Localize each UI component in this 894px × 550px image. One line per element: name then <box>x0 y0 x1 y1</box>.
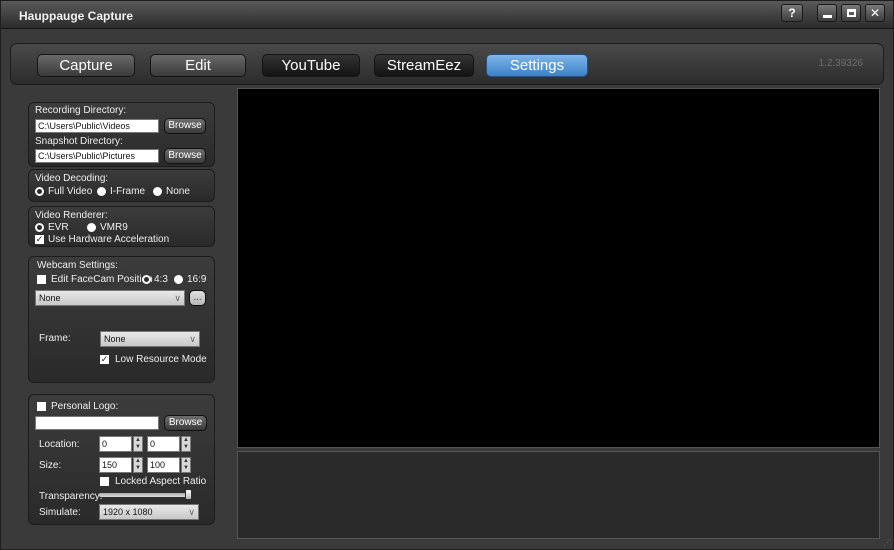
frame-label: Frame: <box>39 333 71 344</box>
renderer-vmr9-radio[interactable] <box>87 223 96 232</box>
recording-directory-label: Recording Directory: <box>35 105 127 116</box>
size-width-spinner[interactable]: ▲ ▼ <box>133 457 143 473</box>
version-label: 1.2.39326 <box>818 58 864 69</box>
video-renderer-panel: Video Renderer: EVR VMR9 ✓ Use Hardware … <box>28 206 215 247</box>
decoding-full-video-radio[interactable] <box>35 187 44 196</box>
video-preview[interactable] <box>237 88 880 448</box>
minimize-icon <box>822 14 832 18</box>
tab-edit[interactable]: Edit <box>150 54 246 77</box>
low-resource-checkbox[interactable]: ✓ <box>100 355 109 364</box>
size-height-spinner[interactable]: ▲ ▼ <box>181 457 191 473</box>
tab-capture[interactable]: Capture <box>37 54 135 77</box>
resize-grip-icon[interactable]: ⋰ <box>883 538 891 547</box>
directories-panel: Recording Directory: C:\Users\Public\Vid… <box>28 102 215 167</box>
window-title: Hauppauge Capture <box>19 9 134 23</box>
chevron-down-icon: ∨ <box>188 507 195 517</box>
recording-directory-field[interactable]: C:\Users\Public\Videos <box>35 119 159 133</box>
logo-path-field[interactable] <box>35 416 159 430</box>
low-resource-label: Low Resource Mode <box>115 354 207 365</box>
size-label: Size: <box>39 460 62 471</box>
transparency-slider-thumb[interactable] <box>185 489 192 500</box>
logo-browse-button[interactable]: Browse <box>164 415 207 431</box>
locked-aspect-label: Locked Aspect Ratio <box>115 476 207 487</box>
simulate-select[interactable]: 1920 x 1080 ∨ <box>99 504 199 520</box>
maximize-icon <box>846 8 856 17</box>
aspect-16-9-label: 16:9 <box>187 274 207 285</box>
personal-logo-panel: Personal Logo: Browse Location: 0 ▲ ▼ 0 ▲… <box>28 394 215 525</box>
frame-value: None <box>104 334 126 344</box>
decoding-none-label: None <box>166 186 190 197</box>
webcam-more-button[interactable]: ... <box>189 290 206 306</box>
decoding-full-video-label: Full Video <box>48 186 93 197</box>
close-button[interactable]: ✕ <box>865 4 885 22</box>
aspect-4-3-radio[interactable] <box>142 275 151 284</box>
tab-settings[interactable]: Settings <box>486 54 588 77</box>
simulate-value: 1920 x 1080 <box>103 507 153 517</box>
edit-facecam-label: Edit FaceCam Position <box>51 274 153 285</box>
close-icon: ✕ <box>869 6 881 20</box>
location-x-spinner[interactable]: ▲ ▼ <box>133 436 143 452</box>
hardware-acceleration-checkbox[interactable]: ✓ <box>35 235 44 244</box>
tab-streameez[interactable]: StreamEez <box>374 54 474 77</box>
snapshot-directory-field[interactable]: C:\Users\Public\Pictures <box>35 149 159 163</box>
help-button[interactable]: ? <box>781 4 803 22</box>
bottom-info-panel <box>237 451 880 539</box>
tab-youtube[interactable]: YouTube <box>262 54 360 77</box>
hardware-acceleration-label: Use Hardware Acceleration <box>48 234 170 245</box>
transparency-label: Transparency: <box>39 491 103 502</box>
frame-select[interactable]: None ∨ <box>100 331 200 347</box>
aspect-16-9-radio[interactable] <box>174 275 183 284</box>
chevron-down-icon: ∨ <box>174 293 181 303</box>
decoding-none-radio[interactable] <box>153 187 162 196</box>
window-controls: ? ✕ <box>781 4 885 22</box>
renderer-vmr9-label: VMR9 <box>100 222 128 233</box>
main-tab-bar: Capture Edit YouTube StreamEez Settings … <box>10 43 884 85</box>
renderer-evr-radio[interactable] <box>35 223 44 232</box>
webcam-device-value: None <box>39 293 61 303</box>
video-renderer-label: Video Renderer: <box>35 210 108 221</box>
maximize-button[interactable] <box>841 4 861 22</box>
transparency-slider[interactable] <box>99 493 189 497</box>
decoding-iframe-radio[interactable] <box>97 187 106 196</box>
app-window: Hauppauge Capture ? ✕ Capture Edit YouTu… <box>0 0 894 550</box>
recording-browse-button[interactable]: Browse <box>164 118 206 134</box>
video-decoding-panel: Video Decoding: Full Video I-Frame None <box>28 169 215 202</box>
chevron-down-icon: ∨ <box>189 334 196 344</box>
simulate-label: Simulate: <box>39 507 81 518</box>
renderer-evr-label: EVR <box>48 222 69 233</box>
decoding-iframe-label: I-Frame <box>110 186 145 197</box>
size-width-field[interactable]: 150 <box>99 457 132 473</box>
location-x-field[interactable]: 0 <box>99 436 132 452</box>
webcam-device-select[interactable]: None ∨ <box>35 290 185 306</box>
aspect-4-3-label: 4:3 <box>154 274 168 285</box>
video-decoding-label: Video Decoding: <box>35 173 109 184</box>
size-height-field[interactable]: 100 <box>147 457 180 473</box>
snapshot-browse-button[interactable]: Browse <box>164 148 206 164</box>
locked-aspect-checkbox[interactable] <box>100 477 109 486</box>
edit-facecam-checkbox[interactable] <box>37 275 46 284</box>
webcam-settings-panel: Webcam Settings: Edit FaceCam Position 4… <box>28 256 215 383</box>
personal-logo-label: Personal Logo: <box>51 401 119 412</box>
personal-logo-checkbox[interactable] <box>37 402 46 411</box>
snapshot-directory-label: Snapshot Directory: <box>35 136 123 147</box>
minimize-button[interactable] <box>817 4 837 22</box>
location-y-field[interactable]: 0 <box>147 436 180 452</box>
title-bar[interactable]: Hauppauge Capture ? ✕ <box>1 1 893 29</box>
location-y-spinner[interactable]: ▲ ▼ <box>181 436 191 452</box>
location-label: Location: <box>39 439 80 450</box>
webcam-settings-label: Webcam Settings: <box>37 260 118 271</box>
